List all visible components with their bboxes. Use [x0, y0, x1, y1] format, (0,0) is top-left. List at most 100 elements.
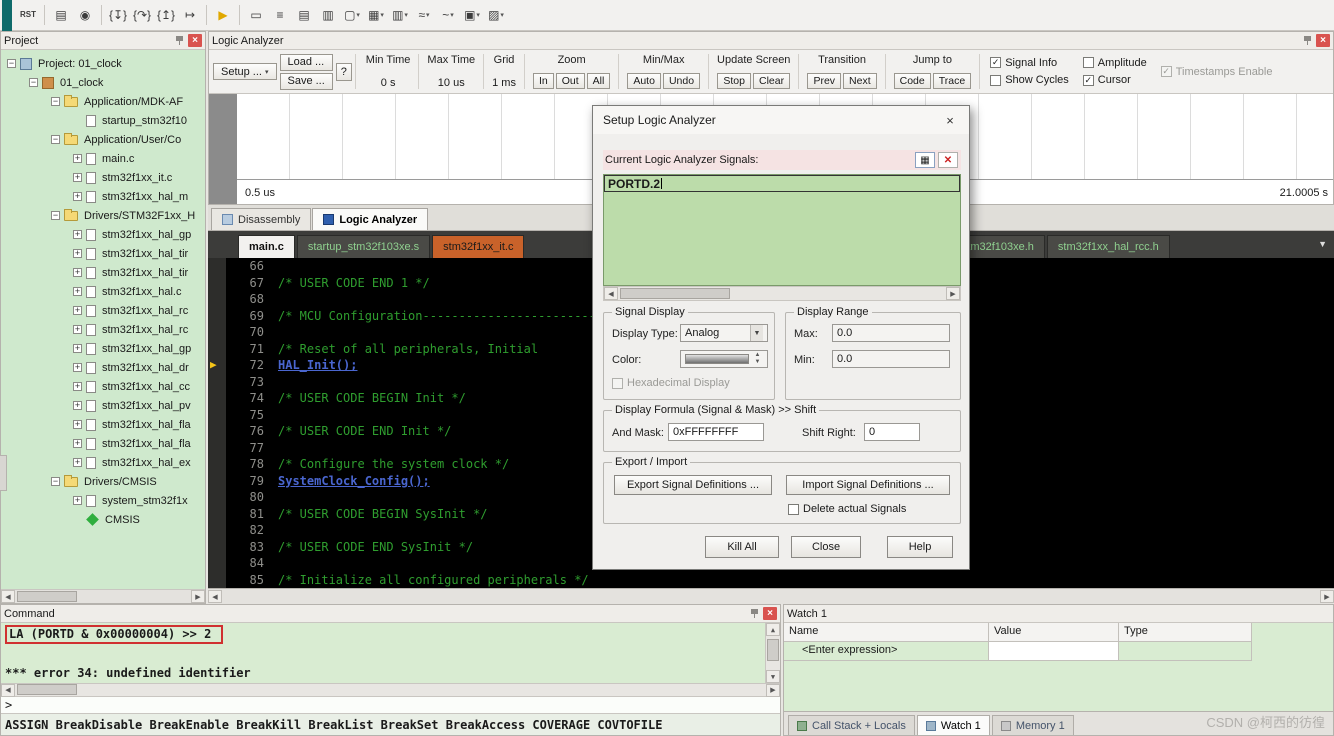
watch-column-type[interactable]: Type — [1119, 623, 1252, 642]
max-input[interactable]: 0.0 — [832, 324, 950, 342]
watch-column-name[interactable]: Name — [784, 623, 989, 642]
tree-item[interactable]: +stm32f1xx_hal_m — [1, 187, 205, 206]
step-out-icon[interactable]: {↥} — [155, 4, 177, 26]
scroll-left-icon[interactable]: ◀ — [208, 590, 222, 603]
tree-item[interactable]: +stm32f1xx_hal_pv — [1, 396, 205, 415]
scroll-right-icon[interactable]: ▶ — [191, 590, 205, 603]
new-signal-icon[interactable]: ▦ — [915, 152, 935, 168]
panel-tab-call-stack-locals[interactable]: Call Stack + Locals — [788, 715, 915, 735]
kill-all-button[interactable]: Kill All — [705, 536, 779, 558]
help-button[interactable]: ? — [336, 63, 352, 81]
scroll-right-icon[interactable]: ▶ — [946, 287, 960, 300]
editor-tab-stm32f1xx-hal-rcc-h[interactable]: stm32f1xx_hal_rcc.h — [1047, 235, 1170, 258]
tree-expander-icon[interactable]: + — [73, 154, 82, 163]
tree-item[interactable]: +stm32f1xx_hal_rc — [1, 301, 205, 320]
checkbox-signal-info[interactable]: ✓Signal Info — [990, 57, 1069, 69]
spinner-icon[interactable]: ▲▼ — [752, 352, 763, 365]
tree-expander-icon[interactable]: + — [73, 306, 82, 315]
hexadecimal-display-checkbox[interactable]: Hexadecimal Display — [612, 377, 730, 389]
update-screen-clear-button[interactable]: Clear — [753, 73, 790, 89]
scroll-thumb[interactable] — [17, 684, 77, 695]
command-vertical-scrollbar[interactable]: ▲ ▼ — [765, 623, 780, 683]
memory-window-icon[interactable]: ▦▾ — [365, 4, 387, 26]
close-icon[interactable]: × — [763, 607, 777, 620]
transition-prev-button[interactable]: Prev — [807, 73, 841, 89]
dialog-close-icon[interactable]: × — [933, 108, 967, 132]
shift-right-input[interactable]: 0 — [864, 423, 920, 441]
signal-list-scrollbar[interactable]: ◀ ▶ — [603, 286, 961, 301]
command-output[interactable]: LA (PORTD & 0x00000004) >> 2*** error 34… — [1, 623, 780, 683]
tree-item[interactable]: −Drivers/CMSIS — [1, 472, 205, 491]
trace-window-icon[interactable]: ~▾ — [437, 4, 459, 26]
signal-list[interactable]: PORTD.2 — [603, 174, 961, 286]
tree-item[interactable]: +stm32f1xx_it.c — [1, 168, 205, 187]
command-list[interactable]: ASSIGN BreakDisable BreakEnable BreakKil… — [1, 713, 780, 735]
zoom-all-button[interactable]: All — [587, 73, 611, 89]
tree-expander-icon[interactable]: + — [73, 420, 82, 429]
tree-expander-icon[interactable]: + — [73, 192, 82, 201]
editor-tab-stm32f1xx-it-c[interactable]: stm32f1xx_it.c — [432, 235, 524, 258]
tree-item[interactable]: −01_clock — [1, 73, 205, 92]
import-signal-definitions-button[interactable]: Import Signal Definitions ... — [786, 475, 950, 495]
tree-item[interactable]: +stm32f1xx_hal_gp — [1, 339, 205, 358]
tree-item[interactable]: −Project: 01_clock — [1, 54, 205, 73]
watch-cell-name[interactable]: <Enter expression> — [784, 642, 989, 661]
tree-expander-icon[interactable]: + — [73, 363, 82, 372]
tree-expander-icon[interactable]: − — [51, 477, 60, 486]
insert-remove-breakpoint-icon[interactable]: ▤ — [50, 4, 72, 26]
view-tab-disassembly[interactable]: Disassembly — [211, 208, 311, 230]
tab-list-dropdown-icon[interactable]: ▼ — [1318, 239, 1327, 249]
scroll-right-icon[interactable]: ▶ — [1320, 590, 1334, 603]
system-viewer-icon[interactable]: ▣▾ — [461, 4, 483, 26]
tree-item[interactable]: +stm32f1xx_hal_ex — [1, 453, 205, 472]
scroll-thumb[interactable] — [767, 639, 779, 661]
editor-tab-main-c[interactable]: main.c — [238, 235, 295, 258]
tree-expander-icon[interactable]: − — [51, 211, 60, 220]
transition-next-button[interactable]: Next — [843, 73, 877, 89]
checkbox-show-cycles[interactable]: Show Cycles — [990, 74, 1069, 86]
tree-expander-icon[interactable]: − — [7, 59, 16, 68]
delete-actual-signals-checkbox[interactable]: Delete actual Signals — [788, 503, 906, 515]
tree-expander-icon[interactable]: − — [51, 97, 60, 106]
tree-item[interactable]: +stm32f1xx_hal_fla — [1, 415, 205, 434]
command-horizontal-scrollbar[interactable]: ◀ ▶ — [1, 683, 780, 696]
command-input-line[interactable]: > — [1, 696, 780, 713]
close-button[interactable]: Close — [791, 536, 861, 558]
scroll-up-icon[interactable]: ▲ — [766, 623, 780, 636]
view-tab-logic-analyzer[interactable]: Logic Analyzer — [312, 208, 428, 230]
tree-item[interactable]: +stm32f1xx_hal_gp — [1, 225, 205, 244]
checkbox-cursor[interactable]: ✓Cursor — [1083, 74, 1147, 86]
tree-item[interactable]: CMSIS — [1, 510, 205, 529]
editor-tab-startup-stm32f103xe-s[interactable]: startup_stm32f103xe.s — [297, 235, 430, 258]
tree-expander-icon[interactable]: + — [73, 230, 82, 239]
analysis-window-icon[interactable]: ≈▾ — [413, 4, 435, 26]
watch-column-value[interactable]: Value — [989, 623, 1119, 642]
scroll-left-icon[interactable]: ◀ — [1, 684, 15, 697]
tree-expander-icon[interactable]: + — [73, 325, 82, 334]
jump-to-trace-button[interactable]: Trace — [933, 73, 971, 89]
tree-item[interactable]: +stm32f1xx_hal_tir — [1, 244, 205, 263]
scroll-left-icon[interactable]: ◀ — [1, 590, 15, 603]
and-mask-input[interactable]: 0xFFFFFFFF — [668, 423, 764, 441]
tree-item[interactable]: +system_stm32f1x — [1, 491, 205, 510]
splitter-handle[interactable] — [0, 455, 7, 491]
close-icon[interactable]: × — [188, 34, 202, 47]
tree-expander-icon[interactable]: − — [29, 78, 38, 87]
reset-icon[interactable]: RST — [17, 4, 39, 26]
tree-item[interactable]: −Drivers/STM32F1xx_H — [1, 206, 205, 225]
checkbox-amplitude[interactable]: Amplitude — [1083, 57, 1147, 69]
dialog-title-bar[interactable]: Setup Logic Analyzer × — [593, 106, 969, 134]
disassembly-window-icon[interactable]: ≡ — [269, 4, 291, 26]
run-to-cursor-icon[interactable]: ↦ — [179, 4, 201, 26]
step-over-icon[interactable]: {↷} — [131, 4, 153, 26]
load-button[interactable]: Load ... — [280, 54, 333, 71]
signal-list-item[interactable]: PORTD.2 — [604, 175, 960, 192]
tree-item[interactable]: +stm32f1xx_hal.c — [1, 282, 205, 301]
tree-item[interactable]: +main.c — [1, 149, 205, 168]
tree-item[interactable]: −Application/MDK-AF — [1, 92, 205, 111]
editor-horizontal-scrollbar[interactable]: ◀ ▶ — [208, 588, 1334, 604]
tree-expander-icon[interactable]: + — [73, 249, 82, 258]
tree-item[interactable]: +stm32f1xx_hal_cc — [1, 377, 205, 396]
display-type-select[interactable]: Analog ▼ — [680, 324, 768, 342]
scroll-left-icon[interactable]: ◀ — [604, 287, 618, 300]
